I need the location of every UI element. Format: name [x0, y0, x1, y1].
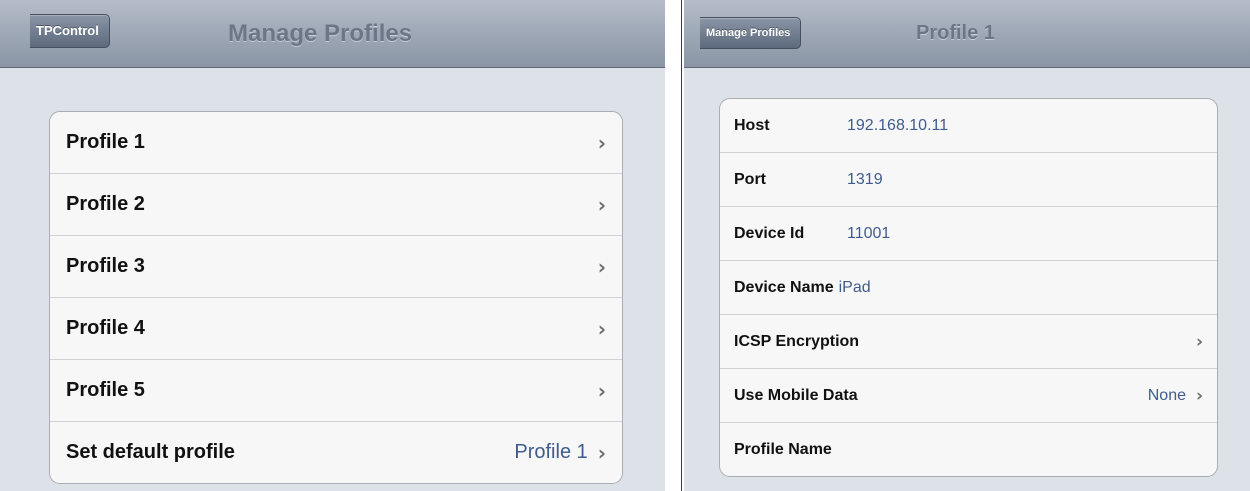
device-name-field[interactable]: iPad [839, 279, 871, 297]
list-item-label: Profile 1 [66, 131, 145, 153]
use-mobile-data-row[interactable]: Use Mobile Data None › [720, 368, 1217, 422]
field-label: Host [734, 116, 770, 134]
profile-name-field-row[interactable]: Profile Name [720, 422, 1217, 476]
back-button-label: Manage Profiles [706, 27, 791, 39]
chevron-right-icon: › [597, 254, 606, 279]
host-field-row[interactable]: Host 192.168.10.11 [720, 99, 1217, 152]
device-id-field[interactable]: 11001 [847, 225, 890, 243]
manage-profiles-screen: TPControl Manage Profiles Profile 1 › Pr… [0, 0, 665, 491]
device-name-field-row[interactable]: Device Name iPad [720, 260, 1217, 314]
list-item-profile-3[interactable]: Profile 3 › [50, 235, 622, 297]
list-item-set-default-profile[interactable]: Set default profile Profile 1 › [50, 421, 622, 483]
list-item-label: ICSP Encryption [734, 332, 860, 350]
list-item-label: Profile 4 [66, 317, 145, 339]
chevron-right-icon: › [597, 316, 606, 341]
chevron-right-icon: › [597, 192, 606, 217]
field-label: Port [734, 170, 766, 188]
port-field[interactable]: 1319 [847, 171, 883, 189]
icsp-encryption-row[interactable]: ICSP Encryption › [720, 314, 1217, 368]
list-item-label: Profile 2 [66, 193, 145, 215]
field-label: Device Name [734, 278, 834, 296]
back-button-manage-profiles[interactable]: Manage Profiles [700, 17, 802, 49]
list-item-label: Use Mobile Data [734, 386, 858, 404]
back-button-label: TPControl [36, 23, 99, 38]
chevron-right-icon: › [1195, 385, 1203, 406]
list-item-label: Profile 3 [66, 255, 145, 277]
profile-detail-screen: Manage Profiles Profile 1 Host 192.168.1… [684, 0, 1250, 491]
chevron-right-icon: › [597, 440, 606, 465]
chevron-right-icon: › [1195, 331, 1203, 352]
list-item-profile-5[interactable]: Profile 5 › [50, 359, 622, 421]
list-item-profile-4[interactable]: Profile 4 › [50, 297, 622, 359]
port-field-row[interactable]: Port 1319 [720, 152, 1217, 206]
page-title: Profile 1 [916, 22, 995, 44]
navigation-bar: Manage Profiles Profile 1 [684, 0, 1250, 68]
page-title: Manage Profiles [228, 20, 413, 47]
profile-settings-list: Host 192.168.10.11 Port 1319 Device Id 1… [719, 98, 1218, 477]
back-button-tpcontrol[interactable]: TPControl [30, 14, 110, 48]
navigation-bar: TPControl Manage Profiles [0, 0, 665, 68]
chevron-right-icon: › [597, 130, 606, 155]
list-item-label: Set default profile [66, 441, 235, 463]
default-profile-value: Profile 1 [514, 441, 588, 463]
field-label: Device Id [734, 224, 805, 242]
field-label: Profile Name [734, 440, 832, 458]
device-id-field-row[interactable]: Device Id 11001 [720, 206, 1217, 260]
list-item-profile-2[interactable]: Profile 2 › [50, 173, 622, 235]
profiles-list: Profile 1 › Profile 2 › Profile 3 › Prof… [49, 111, 623, 484]
screen-divider [681, 0, 682, 491]
list-item-label: Profile 5 [66, 379, 145, 401]
list-item-profile-1[interactable]: Profile 1 › [50, 112, 622, 173]
chevron-right-icon: › [597, 378, 606, 403]
mobile-data-value: None [1147, 386, 1186, 404]
host-field[interactable]: 192.168.10.11 [847, 117, 948, 135]
